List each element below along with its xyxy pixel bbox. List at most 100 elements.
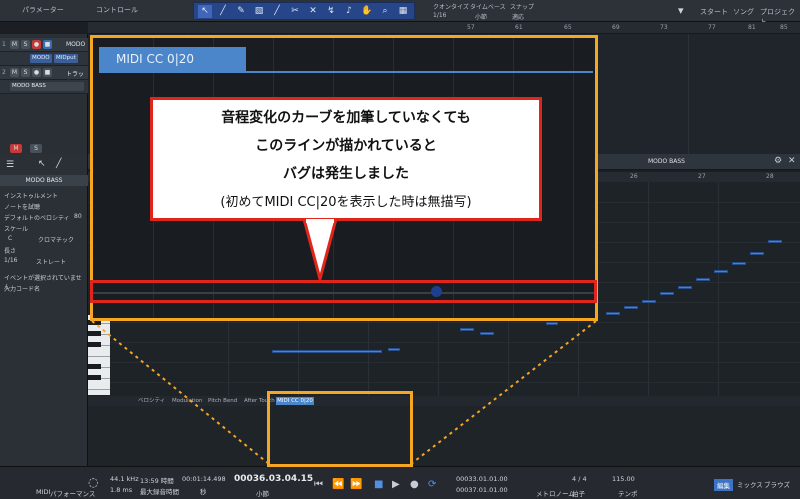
note-audition-label[interactable]: ノートを試聴 <box>4 202 40 211</box>
timebase-value[interactable]: 小節 <box>475 12 487 21</box>
piano-keyboard[interactable] <box>88 315 110 395</box>
midi-note[interactable] <box>732 262 746 265</box>
quantize-value[interactable]: 1/16 <box>433 12 446 19</box>
loop-start[interactable]: 00033.01.01.00 <box>456 475 508 483</box>
loop-record-icon[interactable]: ◌ <box>88 475 98 489</box>
track-row-1[interactable]: 1 M S ● ■ MODO <box>0 38 88 52</box>
split-tool-icon[interactable]: ✂ <box>288 5 302 18</box>
download-icon[interactable]: ▾ <box>678 4 684 17</box>
midi-note[interactable] <box>480 332 494 335</box>
bars-label: 小節 <box>256 490 269 498</box>
midi-note[interactable] <box>696 278 710 281</box>
mute-button[interactable]: M <box>10 68 19 77</box>
mute-tool-icon[interactable]: ✕ <box>306 5 320 18</box>
midi-note[interactable] <box>460 328 474 331</box>
record-icon[interactable]: ● <box>410 479 419 490</box>
track-name[interactable]: MODO <box>66 41 85 48</box>
master-solo-button[interactable]: S <box>30 144 42 153</box>
close-icon[interactable]: ✕ <box>788 156 796 166</box>
bend-tool-icon[interactable]: ↯ <box>324 5 338 18</box>
track-row-2[interactable]: 2 M S ● ■ トラック <box>0 66 88 87</box>
ruler-tick: 61 <box>515 24 523 31</box>
tab-velocity[interactable]: ベロシティ <box>134 397 169 406</box>
midi-note[interactable] <box>768 240 782 243</box>
midi-note[interactable] <box>678 286 692 289</box>
mute-button[interactable]: M <box>10 40 19 49</box>
paint-tool-icon[interactable]: ╱ <box>270 5 284 18</box>
midi-note[interactable] <box>624 306 638 309</box>
solo-button[interactable]: S <box>21 68 30 77</box>
eraser-tool-icon[interactable]: ▧ <box>252 5 266 18</box>
solo-button[interactable]: S <box>21 40 30 49</box>
time-display[interactable]: 00:01:14.498 <box>182 475 226 483</box>
monitor-button[interactable]: ■ <box>43 40 52 49</box>
length-value-select[interactable]: 1/16 <box>4 257 17 264</box>
tab-modulation[interactable]: Modulation <box>168 397 207 406</box>
loop-end[interactable]: 00037.01.01.00 <box>456 486 508 494</box>
track-list: 1 M S ● ■ MODO MODO MIDput 2 M S ● ■ トラッ… <box>0 34 88 154</box>
hand-tool-icon[interactable]: ✋ <box>360 5 374 18</box>
velocity-value[interactable]: 80 <box>74 213 82 220</box>
tempo-label: テンポ <box>618 490 638 498</box>
instrument-chip[interactable]: MODO <box>30 54 52 63</box>
song-tab[interactable]: ソング <box>733 7 754 17</box>
control-menu[interactable]: コントロール <box>96 5 138 15</box>
arrow-tool-icon[interactable]: ↖ <box>38 159 46 169</box>
midi-note[interactable] <box>642 300 656 303</box>
midi-note[interactable] <box>272 350 382 353</box>
tab-pitch-bend[interactable]: Pitch Bend <box>204 397 241 406</box>
pencil-tool-icon[interactable]: ╱ <box>56 159 61 169</box>
length-mode-select[interactable]: ストレート <box>36 257 66 266</box>
scale-key-select[interactable]: C <box>8 235 12 242</box>
snap-value[interactable]: 適応 <box>512 12 524 21</box>
time-label: 秒 <box>200 488 207 496</box>
midi-note[interactable] <box>750 252 764 255</box>
parameter-menu[interactable]: パラメーター <box>22 5 64 15</box>
inspector-panel: ☰ ↖ ╱ MODO BASS インストゥルメント ノートを試聴 デフォルトのベ… <box>0 154 88 466</box>
master-mute-button[interactable]: M <box>10 144 22 153</box>
midi-note[interactable] <box>714 270 728 273</box>
instrument-chip[interactable]: MODO BASS <box>10 82 84 91</box>
pencil-tool-icon[interactable]: ✎ <box>234 5 248 18</box>
record-arm-button[interactable]: ● <box>32 40 41 49</box>
grid-tool-icon[interactable]: ▦ <box>396 5 410 18</box>
browse-tab[interactable]: ブラウズ <box>764 479 790 489</box>
loop-icon[interactable]: ⟳ <box>428 479 436 490</box>
record-time: 13:59 時間 <box>140 477 174 485</box>
edit-tab[interactable]: 編集 <box>714 479 733 491</box>
stop-icon[interactable]: ■ <box>374 479 383 490</box>
return-to-zero-icon[interactable]: ⏮ <box>314 479 323 490</box>
track-row-2-io: MODO BASS <box>0 80 88 94</box>
time-signature[interactable]: 4 / 4 <box>572 475 587 483</box>
length-label: 長さ <box>4 248 17 255</box>
midi-note[interactable] <box>660 292 674 295</box>
rewind-icon[interactable]: ⏪ <box>332 479 344 490</box>
record-arm-button[interactable]: ● <box>32 68 41 77</box>
bars-display[interactable]: 00036.03.04.15 <box>234 474 313 484</box>
range-tool-icon[interactable]: ╱ <box>216 5 230 18</box>
list-icon[interactable]: ☰ <box>6 160 14 170</box>
mix-tab[interactable]: ミックス <box>737 479 763 489</box>
ruler-tick: 73 <box>660 24 668 31</box>
ruler-tick: 26 <box>630 173 638 180</box>
velocity-label: デフォルトのベロシティ <box>4 215 70 222</box>
play-icon[interactable]: ▶ <box>392 479 400 490</box>
tempo-value[interactable]: 115.00 <box>612 475 635 483</box>
controller-lane[interactable] <box>88 406 800 466</box>
start-tab[interactable]: スタート <box>700 7 728 17</box>
midi-note[interactable] <box>606 312 620 315</box>
midi-note[interactable] <box>546 322 558 325</box>
arrow-tool-icon[interactable]: ↖ <box>198 5 212 18</box>
timeline-ruler[interactable]: 57 61 65 69 73 77 81 85 <box>88 22 800 34</box>
top-toolbar: パラメーター コントロール ↖ ╱ ✎ ▧ ╱ ✂ ✕ ↯ ♪ ✋ ⌕ ▦ クオ… <box>0 0 800 26</box>
fast-forward-icon[interactable]: ⏩ <box>350 479 362 490</box>
midi-note[interactable] <box>388 348 400 351</box>
scale-type-select[interactable]: クロマチック <box>38 235 74 244</box>
zoom-tool-icon[interactable]: ⌕ <box>378 5 392 18</box>
input-chip[interactable]: MIDput <box>54 54 78 63</box>
metronome-label[interactable]: メトロノーム <box>536 488 575 498</box>
settings-icon[interactable]: ⚙ <box>774 156 782 166</box>
performance-label: パフォーマンス <box>50 490 96 498</box>
listen-tool-icon[interactable]: ♪ <box>342 5 356 18</box>
monitor-button[interactable]: ■ <box>43 68 52 77</box>
